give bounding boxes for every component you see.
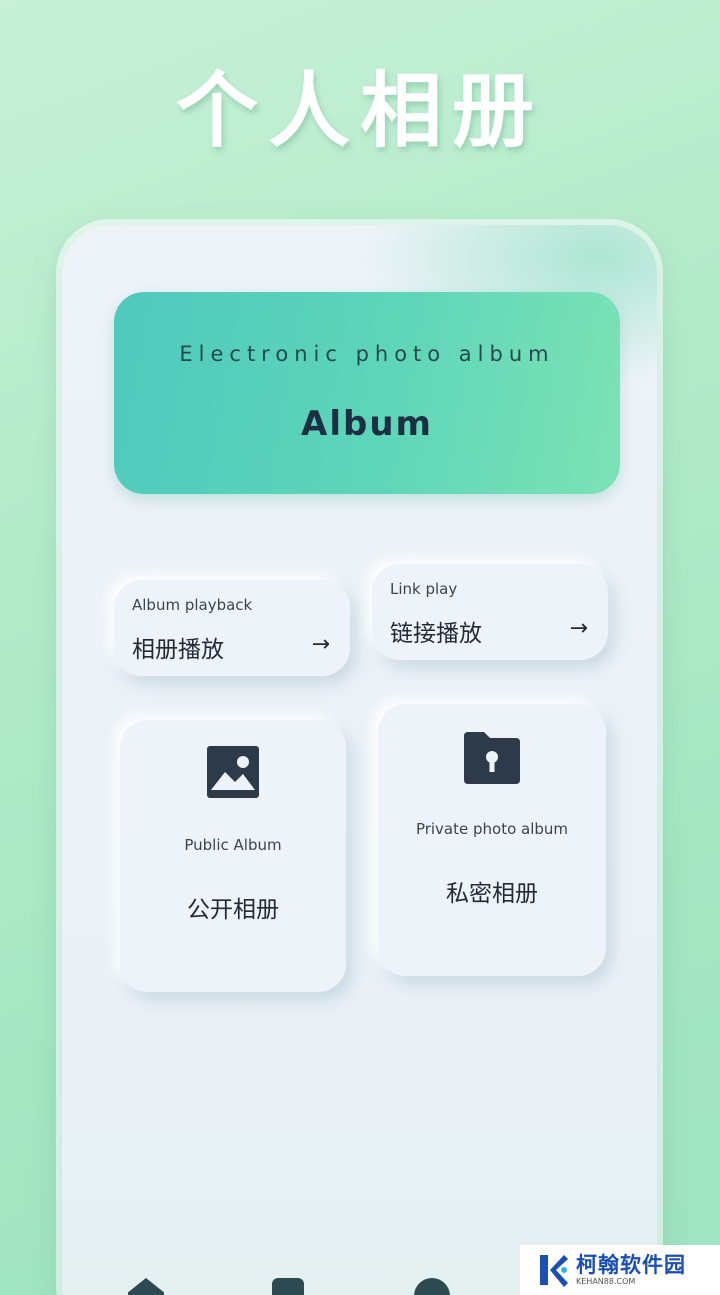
album-playback-label-en: Album playback xyxy=(132,596,253,614)
watermark-text: 柯翰软件园 KEHAN88.COM xyxy=(576,1253,686,1287)
banner-subtitle: Electronic photo album xyxy=(179,342,555,366)
nav-album-icon[interactable] xyxy=(272,1278,304,1295)
banner-title: Album xyxy=(301,404,433,444)
public-album-label-zh: 公开相册 xyxy=(187,897,279,923)
link-play-card[interactable]: Link play 链接播放 → xyxy=(372,564,608,660)
album-banner[interactable]: Electronic photo album Album xyxy=(114,292,620,494)
watermark: 柯翰软件园 KEHAN88.COM xyxy=(520,1245,720,1295)
link-play-label-zh: 链接播放 xyxy=(390,621,482,647)
public-album-label-en: Public Album xyxy=(184,836,282,854)
arrow-right-icon: → xyxy=(311,632,330,657)
link-play-label-en: Link play xyxy=(390,580,458,598)
hero-title: 个人相册 xyxy=(175,64,544,159)
private-album-card[interactable]: Private photo album 私密相册 xyxy=(378,704,606,976)
watermark-logo-icon xyxy=(538,1253,568,1287)
locked-folder-icon xyxy=(462,730,522,786)
album-playback-card[interactable]: Album playback 相册播放 → xyxy=(114,580,350,676)
watermark-en: KEHAN88.COM xyxy=(576,1277,636,1286)
image-icon xyxy=(205,744,261,800)
private-album-label-zh: 私密相册 xyxy=(446,881,538,907)
album-playback-label-zh: 相册播放 xyxy=(132,637,224,663)
watermark-cn: 柯翰软件园 xyxy=(576,1253,686,1277)
private-album-label-en: Private photo album xyxy=(415,820,569,838)
public-album-card[interactable]: Public Album 公开相册 xyxy=(120,720,346,992)
arrow-right-icon: → xyxy=(569,616,588,641)
